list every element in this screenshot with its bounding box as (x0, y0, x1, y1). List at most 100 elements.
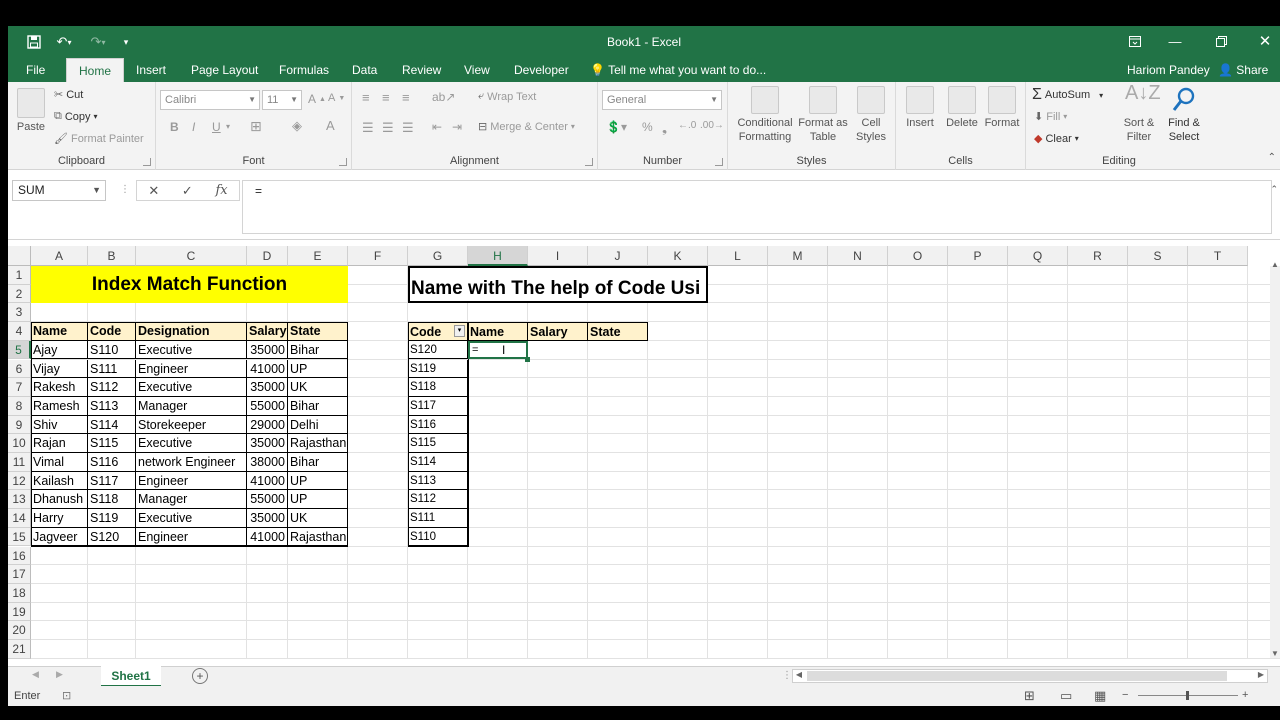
main-table-cell[interactable]: UP (288, 359, 348, 379)
underline-dropdown-icon[interactable]: ▾ (226, 122, 230, 131)
active-cell-h5[interactable]: = (468, 340, 528, 360)
lookup-code-cell[interactable]: S120 (408, 340, 468, 360)
delete-cells-button[interactable]: Delete (942, 86, 982, 130)
main-table-cell[interactable]: 35000 (247, 378, 288, 397)
font-name-combo[interactable]: Calibri ▼ (160, 90, 260, 110)
tab-data[interactable]: Data (342, 58, 387, 82)
main-table-cell[interactable]: UK (288, 509, 348, 528)
scroll-left-icon[interactable]: ◀ (793, 670, 805, 682)
main-table-cell[interactable]: Vimal (31, 453, 88, 472)
row-header-15[interactable]: 15 (8, 527, 31, 547)
confirm-entry-icon[interactable]: ✓ (182, 183, 193, 199)
main-table-cell[interactable]: Engineer (136, 359, 247, 379)
main-table-cell[interactable]: Jagveer (31, 527, 88, 547)
tab-view[interactable]: View (454, 58, 500, 82)
shrink-font-icon[interactable]: A ▼ (328, 92, 345, 104)
align-center-icon[interactable]: ☰ (382, 120, 394, 136)
main-table-cell[interactable]: 55000 (247, 396, 288, 416)
format-as-table-button[interactable]: Format as Table (796, 86, 850, 144)
main-table-cell[interactable]: Executive (136, 509, 247, 528)
main-table-cell[interactable]: Bihar (288, 340, 348, 360)
main-table-cell[interactable]: UK (288, 378, 348, 397)
lookup-header-state[interactable]: State (588, 322, 648, 341)
sort-filter-button[interactable]: A↓Z Sort & Filter (1118, 83, 1161, 144)
prev-sheet-icon[interactable]: ◀ (32, 669, 39, 680)
tab-developer[interactable]: Developer (504, 58, 579, 82)
main-table-cell[interactable]: Rajasthan (288, 434, 348, 453)
format-painter-button[interactable]: 🖌 Format Painter (54, 132, 144, 146)
lookup-header-name[interactable]: Name (468, 322, 528, 341)
main-table-cell[interactable]: 55000 (247, 490, 288, 510)
fill-color-icon[interactable]: ◈ (292, 118, 302, 134)
main-table-cell[interactable]: 29000 (247, 415, 288, 435)
formula-input[interactable]: = (242, 180, 1272, 234)
fill-button[interactable]: ⬇ Fill ▾ (1034, 110, 1067, 124)
main-table-cell[interactable]: Engineer (136, 527, 247, 547)
row-header-5[interactable]: 5 (8, 340, 31, 360)
main-table-cell[interactable]: Executive (136, 340, 247, 360)
main-table-cell[interactable]: Executive (136, 434, 247, 453)
bottom-align-icon[interactable]: ≡ (402, 90, 410, 105)
macro-record-icon[interactable]: ⊡ (62, 689, 71, 702)
main-table-header[interactable]: Code (88, 322, 136, 341)
autosum-button[interactable]: Σ AutoSum ▾ (1032, 86, 1103, 104)
user-name[interactable]: Hariom Pandey (1127, 58, 1210, 82)
row-header-20[interactable]: 20 (8, 621, 31, 640)
cell-styles-button[interactable]: Cell Styles (850, 86, 892, 144)
page-layout-view-icon[interactable]: ▭ (1060, 688, 1072, 704)
next-sheet-icon[interactable]: ▶ (56, 669, 63, 680)
column-header-r[interactable]: R (1068, 246, 1128, 266)
main-table-cell[interactable]: Harry (31, 509, 88, 528)
column-header-p[interactable]: P (948, 246, 1008, 266)
tab-review[interactable]: Review (392, 58, 451, 82)
main-table-cell[interactable]: Rakesh (31, 378, 88, 397)
main-table-cell[interactable]: 41000 (247, 359, 288, 379)
align-right-icon[interactable]: ☰ (402, 120, 414, 136)
tab-insert[interactable]: Insert (126, 58, 176, 82)
row-header-18[interactable]: 18 (8, 583, 31, 603)
column-header-i[interactable]: I (528, 246, 588, 266)
lookup-code-cell[interactable]: S118 (408, 378, 468, 397)
copy-button[interactable]: ⧉ Copy ▾ (54, 110, 98, 123)
column-header-a[interactable]: A (31, 246, 88, 266)
column-header-s[interactable]: S (1128, 246, 1188, 266)
name-box[interactable]: SUM ▼ (12, 180, 106, 201)
main-table-cell[interactable]: UP (288, 471, 348, 491)
tab-formulas[interactable]: Formulas (269, 58, 339, 82)
lookup-code-cell[interactable]: S117 (408, 396, 468, 416)
main-table-cell[interactable]: Executive (136, 378, 247, 397)
lookup-code-cell[interactable]: S113 (408, 471, 468, 491)
row-header-6[interactable]: 6 (8, 359, 31, 379)
column-header-q[interactable]: Q (1008, 246, 1068, 266)
main-table-cell[interactable]: Bihar (288, 396, 348, 416)
row-header-17[interactable]: 17 (8, 565, 31, 584)
column-header-t[interactable]: T (1188, 246, 1248, 266)
row-header-2[interactable]: 2 (8, 284, 31, 304)
lookup-code-cell[interactable]: S119 (408, 359, 468, 379)
underline-button[interactable]: U (212, 120, 221, 134)
scroll-up-icon[interactable]: ▲ (1270, 260, 1280, 269)
title-index-match[interactable]: Index Match Function (31, 266, 348, 304)
main-table-cell[interactable]: S118 (88, 490, 136, 510)
row-header-3[interactable]: 3 (8, 303, 31, 323)
main-table-cell[interactable]: 35000 (247, 340, 288, 360)
insert-cells-button[interactable]: Insert (900, 86, 940, 130)
decrease-indent-icon[interactable]: ⇤ (432, 120, 442, 134)
paste-button[interactable]: Paste (16, 88, 46, 134)
zoom-in-icon[interactable]: + (1242, 689, 1248, 701)
column-header-b[interactable]: B (88, 246, 136, 266)
main-table-header[interactable]: State (288, 322, 348, 341)
lookup-code-cell[interactable]: S110 (408, 527, 468, 547)
expand-formula-icon[interactable]: ⌃ (1270, 184, 1278, 195)
main-table-cell[interactable]: S112 (88, 378, 136, 397)
main-table-cell[interactable]: Ajay (31, 340, 88, 360)
tab-page-layout[interactable]: Page Layout (181, 58, 268, 82)
share-button[interactable]: 👤 Share (1218, 58, 1268, 82)
column-header-k[interactable]: K (648, 246, 708, 266)
lookup-code-cell[interactable]: S115 (408, 434, 468, 453)
middle-align-icon[interactable]: ≡ (382, 90, 390, 105)
number-format-combo[interactable]: General ▼ (602, 90, 722, 110)
orientation-icon[interactable]: ab↗ (432, 90, 455, 104)
main-table-cell[interactable]: S115 (88, 434, 136, 453)
sheet-split-icon[interactable]: ⋮ (782, 670, 792, 681)
